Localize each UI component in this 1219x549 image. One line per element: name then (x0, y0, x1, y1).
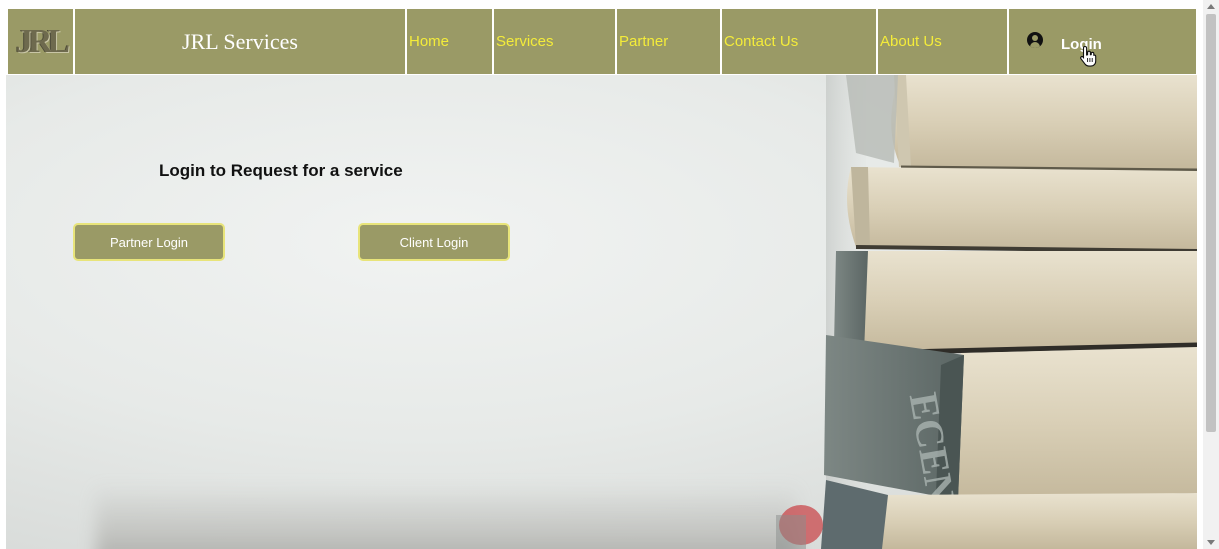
scroll-up-arrow-icon[interactable] (1207, 4, 1215, 9)
books-stack-image: ECENTE (776, 75, 1197, 549)
brand: JRL Services (75, 9, 407, 74)
logo-mark: JRL (15, 22, 70, 60)
nav-link-contact-us[interactable]: Contact Us (722, 9, 878, 74)
partner-login-button[interactable]: Partner Login (73, 223, 225, 261)
scroll-down-arrow-icon[interactable] (1207, 540, 1215, 545)
nav-link-about-us[interactable]: About Us (878, 9, 1009, 74)
hero-title: Login to Request for a service (159, 161, 403, 180)
nav-link-home[interactable]: Home (407, 9, 494, 74)
page: JRL JRL Services Home Services Partner C… (0, 0, 1203, 549)
logo[interactable]: JRL (8, 9, 75, 74)
nav-login[interactable]: Login (1009, 9, 1196, 74)
vertical-scrollbar[interactable] (1203, 0, 1219, 549)
user-circle-icon (1027, 32, 1043, 48)
brand-title: JRL Services (182, 28, 298, 54)
client-login-button[interactable]: Client Login (358, 223, 510, 261)
scrollbar-thumb[interactable] (1206, 14, 1216, 432)
hand-pointer-icon (1080, 45, 1097, 67)
top-navbar: JRL JRL Services Home Services Partner C… (8, 9, 1196, 74)
nav-link-partner[interactable]: Partner (617, 9, 722, 74)
hero-banner: ECENTE Login to Request for a service Pa… (6, 75, 1197, 549)
nav-link-services[interactable]: Services (494, 9, 617, 74)
